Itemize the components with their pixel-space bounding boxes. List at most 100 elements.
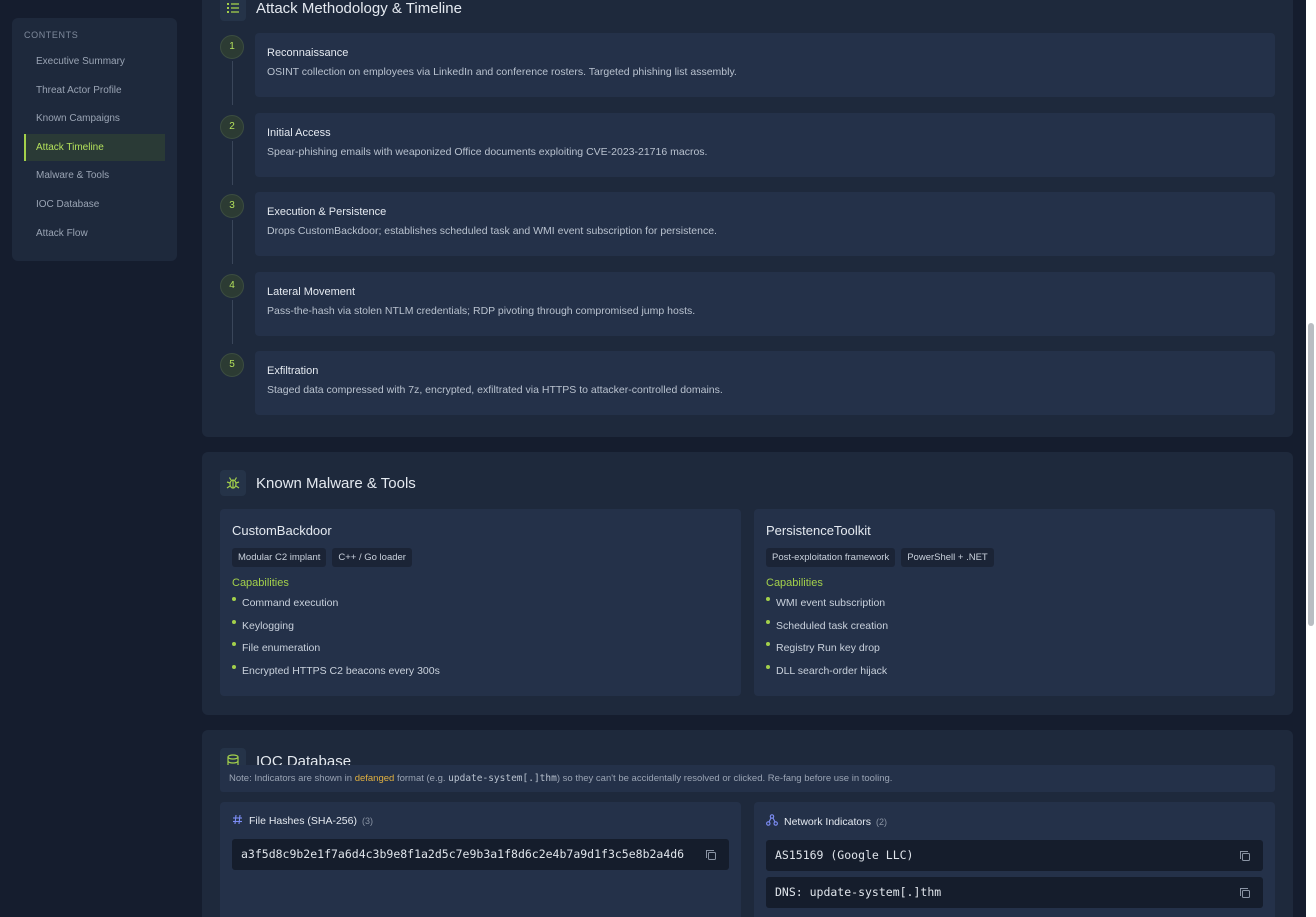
sidebar-item-malware-tools[interactable]: Malware & Tools bbox=[24, 162, 165, 189]
step-description: Pass-the-hash via stolen NTLM credential… bbox=[267, 304, 696, 317]
bullet-icon bbox=[232, 619, 236, 624]
network-icon bbox=[766, 814, 778, 829]
copy-icon[interactable] bbox=[705, 849, 717, 866]
capabilities-label: Capabilities bbox=[766, 577, 823, 589]
step-description: Staged data compressed with 7z, encrypte… bbox=[267, 384, 723, 396]
capability-text: Scheduled task creation bbox=[776, 619, 889, 632]
network-indicator: AS15169 (Google LLC) bbox=[766, 840, 1263, 871]
step-title: Reconnaissance bbox=[267, 47, 349, 59]
list-ordered-icon bbox=[220, 0, 246, 21]
ioc-database-section: IOC Database Note: Indicators are shown … bbox=[202, 730, 1293, 917]
capability-text: Registry Run key drop bbox=[776, 642, 880, 654]
section-header: Known Malware & Tools bbox=[220, 470, 416, 496]
step-number: 2 bbox=[220, 114, 244, 139]
list-item: DLL search-order hijack bbox=[766, 663, 1263, 686]
scrollbar-thumb[interactable] bbox=[1308, 323, 1314, 626]
step-number: 5 bbox=[220, 353, 244, 377]
tool-name: PersistenceToolkit bbox=[766, 523, 871, 538]
step-title: Execution & Persistence bbox=[267, 206, 387, 218]
bullet-icon bbox=[766, 642, 770, 646]
tool-card-persistencetoolkit: PersistenceToolkit Post-exploitation fra… bbox=[754, 509, 1275, 696]
step-title: Lateral Movement bbox=[267, 285, 356, 298]
step-title: Initial Access bbox=[267, 126, 331, 139]
step-card: Initial Access Spear-phishing emails wit… bbox=[255, 112, 1275, 177]
section-title: Known Malware & Tools bbox=[256, 474, 416, 492]
ioc-card-title: File Hashes (SHA-256) bbox=[249, 815, 357, 827]
section-title: Attack Methodology & Timeline bbox=[256, 0, 462, 17]
list-item: Encrypted HTTPS C2 beacons every 300s bbox=[232, 663, 729, 686]
ioc-count: (3) bbox=[361, 816, 373, 826]
bullet-icon bbox=[232, 664, 236, 669]
note-highlight: defanged bbox=[354, 773, 395, 784]
ioc-card-title: Network Indicators bbox=[784, 815, 871, 828]
sidebar-item-executive-summary[interactable]: Executive Summary bbox=[24, 48, 165, 75]
list-item: Command execution bbox=[232, 595, 729, 618]
list-item: Registry Run key drop bbox=[766, 640, 1263, 663]
page-scrollbar[interactable] bbox=[1306, 0, 1316, 917]
tool-name: CustomBackdoor bbox=[232, 523, 332, 538]
step-number: 3 bbox=[220, 194, 244, 218]
bullet-icon bbox=[766, 664, 770, 669]
copy-icon[interactable] bbox=[1239, 887, 1251, 904]
capability-text: Encrypted HTTPS C2 beacons every 300s bbox=[242, 664, 440, 677]
indicator-text: DNS: update-system[.]thm bbox=[775, 885, 942, 899]
attack-timeline-section: Attack Methodology & Timeline 1 Reconnai… bbox=[202, 0, 1293, 437]
sidebar-item-attack-flow[interactable]: Attack Flow bbox=[24, 220, 165, 247]
sidebar-item-threat-actor-profile[interactable]: Threat Actor Profile bbox=[24, 77, 165, 104]
timeline-step: 1 Reconnaissance OSINT collection on emp… bbox=[220, 33, 1275, 105]
step-number: 1 bbox=[220, 35, 244, 59]
hash-value: a3f5d8c9b2e1f7a6d4c3b9e8f1a2d5c7e9b3a1f8… bbox=[232, 839, 729, 870]
note-text: format (e.g. bbox=[394, 773, 449, 784]
step-connector bbox=[231, 299, 233, 344]
tool-tag: PowerShell + .NET bbox=[901, 548, 994, 567]
step-card: Exfiltration Staged data compressed with… bbox=[255, 351, 1275, 415]
copy-icon[interactable] bbox=[1239, 850, 1251, 867]
hash-icon bbox=[232, 814, 243, 828]
note-text: ) so they can't be accidentally resolved… bbox=[556, 773, 893, 784]
step-card: Execution & Persistence Drops CustomBack… bbox=[255, 192, 1275, 256]
tool-tag: Post-exploitation framework bbox=[766, 548, 896, 567]
tool-tags: Post-exploitation framework PowerShell +… bbox=[766, 548, 1263, 567]
tool-card-custombackdoor: CustomBackdoor Modular C2 implant C++ / … bbox=[220, 509, 741, 696]
ioc-count: (2) bbox=[875, 816, 887, 827]
ioc-card-header: File Hashes (SHA-256) (3) bbox=[232, 814, 729, 828]
capability-text: Keylogging bbox=[242, 619, 294, 632]
capabilities-list: WMI event subscription Scheduled task cr… bbox=[766, 595, 1263, 685]
sidebar-item-known-campaigns[interactable]: Known Campaigns bbox=[24, 105, 165, 132]
sidebar-item-ioc-database[interactable]: IOC Database bbox=[24, 191, 165, 218]
step-number: 4 bbox=[220, 273, 244, 298]
contents-sidebar: CONTENTS Executive Summary Threat Actor … bbox=[12, 18, 177, 261]
note-code-example: update-system[.]thm bbox=[448, 773, 557, 784]
indicator-text: AS15169 (Google LLC) bbox=[775, 848, 914, 862]
note-text: Note: Indicators are shown in bbox=[229, 773, 355, 784]
tool-tag: C++ / Go loader bbox=[332, 548, 412, 567]
step-description: Spear-phishing emails with weaponized Of… bbox=[267, 145, 708, 158]
step-connector bbox=[231, 61, 233, 105]
bug-icon bbox=[220, 470, 246, 496]
capability-text: Command execution bbox=[242, 597, 339, 609]
bullet-icon bbox=[766, 619, 770, 624]
step-card: Lateral Movement Pass-the-hash via stole… bbox=[255, 271, 1275, 336]
list-item: Scheduled task creation bbox=[766, 618, 1263, 641]
step-card: Reconnaissance OSINT collection on emplo… bbox=[255, 33, 1275, 97]
list-item: WMI event subscription bbox=[766, 595, 1263, 618]
bullet-icon bbox=[232, 642, 236, 646]
malware-tools-section: Known Malware & Tools CustomBackdoor Mod… bbox=[202, 452, 1293, 715]
sidebar-item-attack-timeline[interactable]: Attack Timeline bbox=[24, 133, 165, 161]
sidebar-title: CONTENTS bbox=[24, 30, 79, 40]
capability-text: WMI event subscription bbox=[776, 597, 886, 609]
step-connector bbox=[231, 140, 233, 185]
file-hashes-card: File Hashes (SHA-256) (3) a3f5d8c9b2e1f7… bbox=[220, 802, 741, 917]
capability-text: File enumeration bbox=[242, 642, 321, 654]
step-description: OSINT collection on employees via Linked… bbox=[267, 66, 737, 78]
network-indicators-card: Network Indicators (2) AS15169 (Google L… bbox=[754, 802, 1275, 917]
step-title: Exfiltration bbox=[267, 365, 319, 377]
timeline-step: 4 Lateral Movement Pass-the-hash via sto… bbox=[220, 271, 1275, 344]
step-description: Drops CustomBackdoor; establishes schedu… bbox=[267, 225, 717, 237]
bullet-icon bbox=[232, 597, 236, 601]
bullet-icon bbox=[766, 597, 770, 601]
list-item: Keylogging bbox=[232, 618, 729, 641]
timeline-step: 5 Exfiltration Staged data compressed wi… bbox=[220, 351, 1275, 415]
step-connector bbox=[231, 220, 233, 264]
tool-tag: Modular C2 implant bbox=[232, 548, 327, 567]
